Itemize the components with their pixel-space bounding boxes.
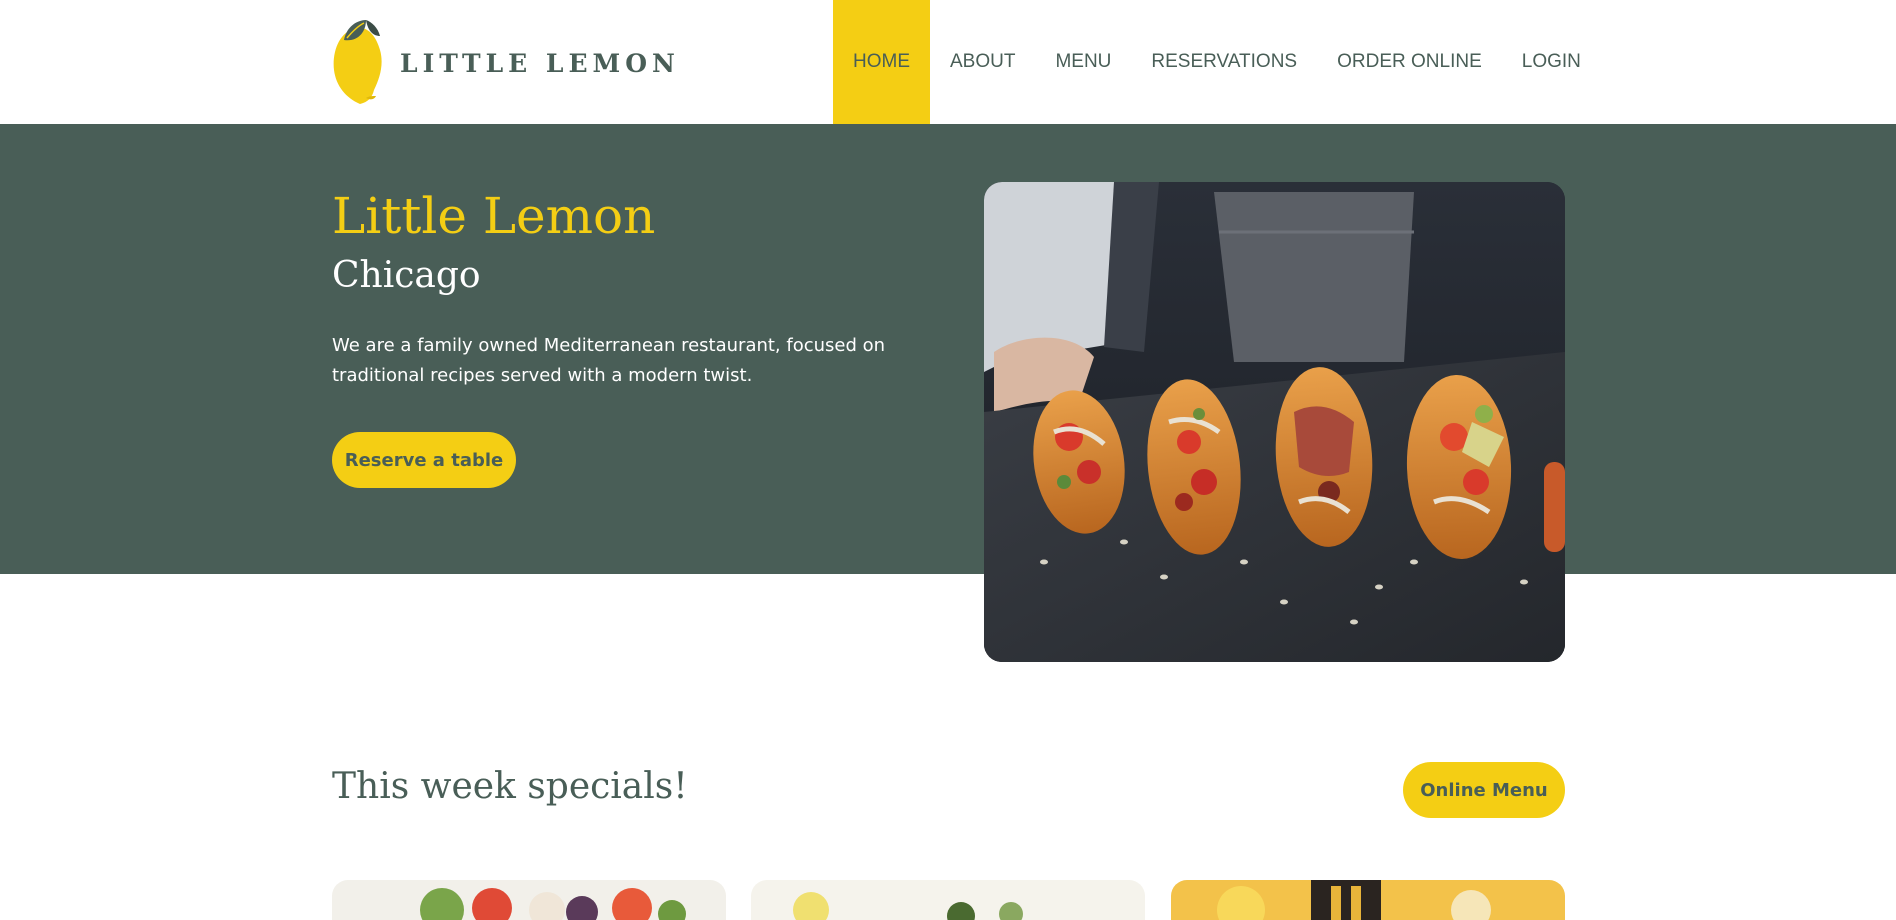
nav-menu[interactable]: MENU [1035,0,1131,124]
hero-title: Little Lemon [332,187,656,245]
nav-about[interactable]: ABOUT [930,0,1035,124]
specials-title: This week specials! [332,766,688,807]
nav-reservations[interactable]: RESERVATIONS [1131,0,1317,124]
brand-name: LITTLE LEMON [400,48,680,78]
hero-food-image [984,182,1565,662]
brand-logo-link[interactable]: LITTLE LEMON [332,18,680,104]
hero-description: We are a family owned Mediterranean rest… [332,335,886,386]
special-card-image-bruschetta [751,880,1145,920]
online-menu-button[interactable]: Online Menu [1403,762,1565,818]
special-card-image-lemon-dessert [1171,880,1565,920]
nav-login[interactable]: LOGIN [1502,0,1601,124]
site-header: LITTLE LEMON HOME ABOUT MENU RESERVATION… [0,0,1896,124]
hero-section [0,124,1896,574]
reserve-table-button[interactable]: Reserve a table [332,432,516,488]
main-nav: HOME ABOUT MENU RESERVATIONS ORDER ONLIN… [833,0,1601,124]
hero-subtitle: Chicago [332,255,481,296]
special-card-image-salad [332,880,726,920]
nav-order-online[interactable]: ORDER ONLINE [1317,0,1502,124]
nav-home[interactable]: HOME [833,0,930,124]
lemon-logo-icon [332,18,384,104]
